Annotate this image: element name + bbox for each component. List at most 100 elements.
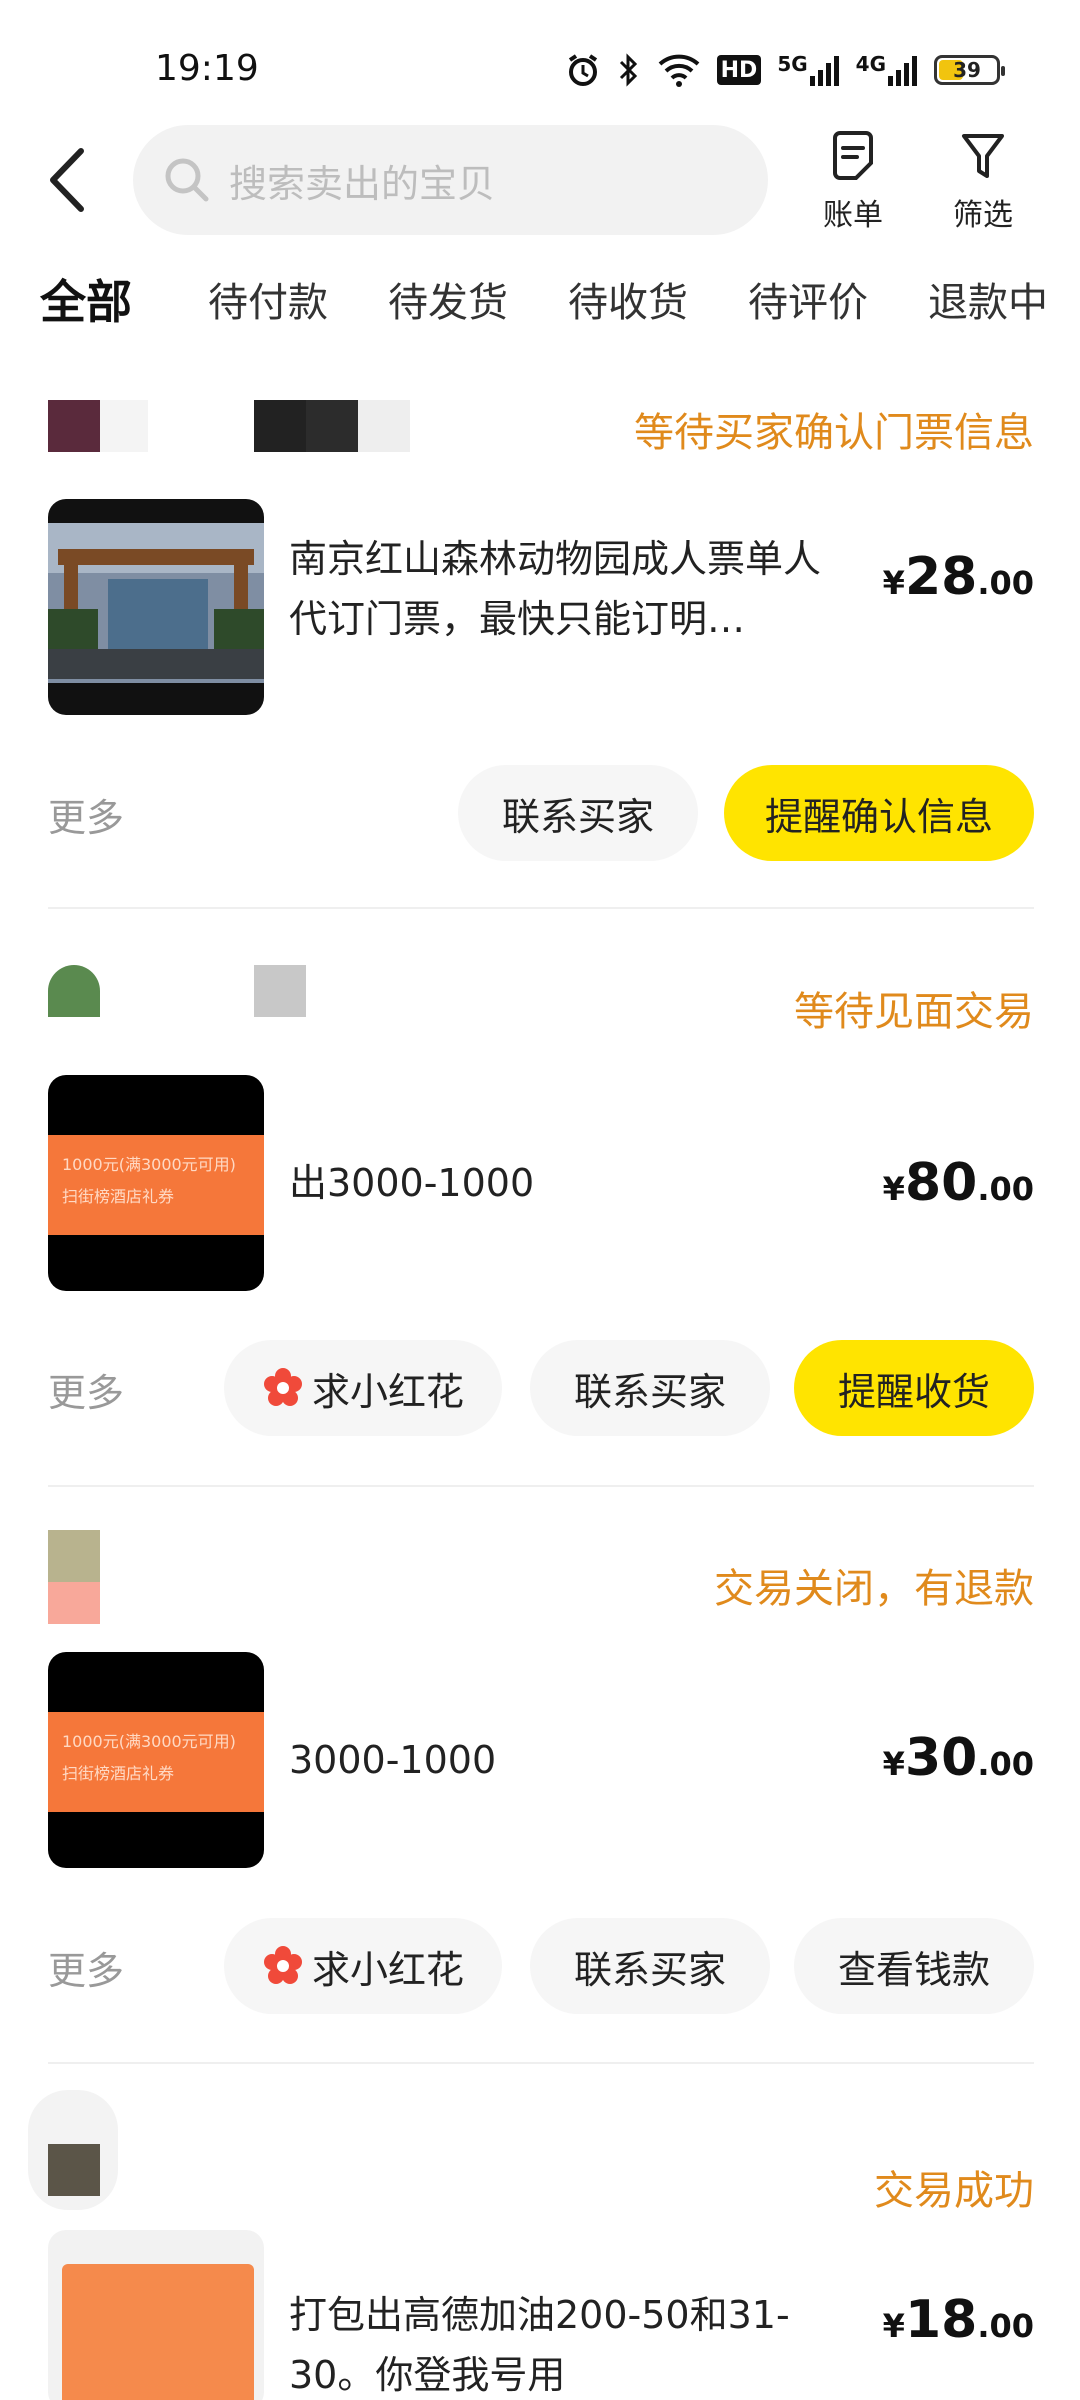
remind-receipt-button[interactable]: 提醒收货	[794, 1340, 1034, 1436]
seller-avatar	[48, 400, 100, 452]
bill-icon	[833, 131, 873, 180]
filter-label: 筛选	[953, 198, 1013, 233]
price-decimal: .00	[977, 2307, 1034, 2345]
price-decimal: .00	[977, 564, 1034, 602]
tab-refunding[interactable]: 退款中	[928, 270, 1048, 328]
seller-name-redacted	[358, 400, 410, 452]
product-thumbnail[interactable]	[48, 499, 264, 715]
hd-icon: HD	[716, 55, 762, 85]
price-currency: ¥	[882, 564, 905, 602]
signal-5g-label: 5G	[777, 52, 808, 76]
coupon-text: 扫街榜酒店礼券	[62, 1764, 175, 1783]
seller-avatar	[48, 1530, 100, 1582]
order-status: 交易成功	[874, 2168, 1034, 2214]
order-status: 等待见面交易	[794, 989, 1034, 1035]
status-bar: 19:19 HD 5G 4G 39	[0, 0, 1080, 130]
coupon-text: 1000元(满3000元可用)	[62, 1155, 236, 1174]
price-currency: ¥	[882, 1745, 905, 1783]
button-label: 求小红花	[311, 1947, 464, 1992]
search-placeholder: 搜索卖出的宝贝	[229, 161, 496, 206]
ask-red-flower-button[interactable]: 求小红花	[224, 1918, 502, 2014]
filter-icon	[962, 134, 1004, 178]
status-icons: HD 5G 4G 39	[565, 50, 1005, 90]
more-button[interactable]: 更多	[48, 1940, 124, 1995]
product-price: ¥80.00	[883, 1153, 1034, 1213]
price-integer: 28	[904, 547, 978, 607]
order-card[interactable]: 等待买家确认门票信息 南京红山森林动物园成人票单人代订门票，最快只能订明… ¥2…	[48, 400, 1034, 870]
coupon-image: 1000元(满3000元可用) 扫街榜酒店礼券	[48, 1712, 264, 1812]
order-tabs: 全部 待付款 待发货 待收货 待评价 退款中	[0, 270, 1080, 350]
product-thumbnail[interactable]: 1000元(满3000元可用) 扫街榜酒店礼券	[48, 1652, 264, 1868]
filter-button[interactable]: 筛选	[938, 130, 1028, 234]
product-title[interactable]: 3000-1000	[289, 1730, 849, 1790]
contact-buyer-button[interactable]: 联系买家	[458, 765, 698, 861]
header: 搜索卖出的宝贝 账单 筛选	[0, 125, 1080, 235]
view-funds-button[interactable]: 查看钱款	[794, 1918, 1034, 2014]
product-title[interactable]: 出3000-1000	[289, 1153, 849, 1213]
seller-name-redacted	[100, 400, 148, 452]
order-actions: 更多 求小红花 联系买家 查看钱款	[48, 1918, 1034, 2014]
price-decimal: .00	[977, 1745, 1034, 1783]
seller-avatar	[48, 1582, 100, 1624]
battery-level: 39	[953, 58, 981, 82]
remind-confirm-info-button[interactable]: 提醒确认信息	[724, 765, 1034, 861]
coupon-text: 1000元(满3000元可用)	[62, 1732, 236, 1751]
coupon-image: 1000元(满3000元可用) 扫街榜酒店礼券	[48, 1135, 264, 1235]
red-flower-icon	[263, 1946, 302, 1984]
tab-pending-receipt[interactable]: 待收货	[568, 270, 688, 328]
product-title[interactable]: 打包出高德加油200-50和31-30。你登我号用	[289, 2285, 849, 2400]
order-header: 交易成功	[28, 2090, 1034, 2214]
signal-4g-icon: 4G	[856, 50, 918, 90]
bluetooth-icon	[617, 50, 641, 90]
tab-all[interactable]: 全部	[36, 266, 136, 332]
ask-red-flower-button[interactable]: 求小红花	[224, 1340, 502, 1436]
order-card[interactable]: 等待见面交易 1000元(满3000元可用) 扫街榜酒店礼券 出3000-100…	[48, 965, 1034, 1445]
price-integer: 30	[904, 1728, 978, 1788]
zoo-gate-image	[48, 523, 264, 683]
seller-avatar	[48, 965, 100, 1017]
contact-buyer-button[interactable]: 联系买家	[530, 1340, 770, 1436]
price-decimal: .00	[977, 1170, 1034, 1208]
battery-icon: 39	[934, 55, 1005, 85]
product-price: ¥30.00	[883, 1728, 1034, 1788]
tab-pending-payment[interactable]: 待付款	[208, 270, 328, 328]
bill-button[interactable]: 账单	[808, 130, 898, 234]
status-time: 19:19	[155, 48, 259, 89]
more-button[interactable]: 更多	[48, 787, 124, 842]
alarm-icon	[565, 50, 601, 90]
red-flower-icon	[263, 1368, 302, 1406]
tab-pending-shipment[interactable]: 待发货	[388, 270, 508, 328]
order-header: 等待买家确认门票信息	[48, 400, 1034, 460]
product-price: ¥28.00	[883, 547, 1034, 607]
signal-4g-label: 4G	[855, 52, 886, 76]
more-button[interactable]: 更多	[48, 1362, 124, 1417]
seller-name-redacted	[306, 400, 358, 452]
seller-name-redacted	[254, 400, 306, 452]
price-currency: ¥	[882, 2307, 905, 2345]
button-label: 求小红花	[311, 1369, 464, 1414]
back-button[interactable]	[45, 145, 105, 215]
product-thumbnail[interactable]	[48, 2230, 264, 2400]
divider	[48, 907, 1034, 909]
order-header: 等待见面交易	[48, 965, 1034, 1035]
tab-pending-review[interactable]: 待评价	[748, 270, 868, 328]
coupon-grid-image	[62, 2264, 254, 2400]
coupon-text: 扫街榜酒店礼券	[62, 1187, 175, 1206]
order-status: 交易关闭，有退款	[714, 1566, 1034, 1612]
tab-label: 全部	[40, 275, 132, 329]
search-input[interactable]: 搜索卖出的宝贝	[133, 125, 768, 235]
price-integer: 18	[904, 2290, 978, 2350]
order-card[interactable]: 交易成功 打包出高德加油200-50和31-30。你登我号用 ¥18.00	[28, 2090, 1034, 2400]
order-card[interactable]: 交易关闭，有退款 1000元(满3000元可用) 扫街榜酒店礼券 3000-10…	[48, 1530, 1034, 2020]
product-title[interactable]: 南京红山森林动物园成人票单人代订门票，最快只能订明…	[289, 529, 849, 649]
price-integer: 80	[904, 1153, 978, 1213]
product-price: ¥18.00	[883, 2290, 1034, 2350]
signal-5g-icon: 5G	[777, 50, 839, 90]
seller-name-redacted	[254, 965, 306, 1017]
order-header: 交易关闭，有退款	[48, 1530, 1034, 1624]
divider	[48, 2062, 1034, 2064]
bill-label: 账单	[823, 198, 883, 233]
product-thumbnail[interactable]: 1000元(满3000元可用) 扫街榜酒店礼券	[48, 1075, 264, 1291]
contact-buyer-button[interactable]: 联系买家	[530, 1918, 770, 2014]
divider	[48, 1485, 1034, 1487]
